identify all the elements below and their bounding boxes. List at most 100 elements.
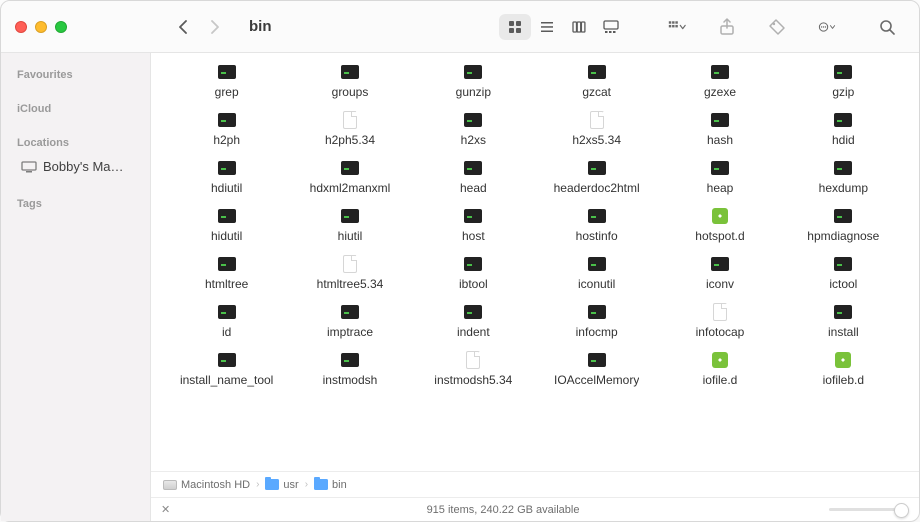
icon-size-slider[interactable] xyxy=(829,508,909,511)
file-name: id xyxy=(222,325,231,339)
file-item[interactable]: grep xyxy=(169,61,284,101)
file-item[interactable]: iofileb.d xyxy=(786,349,901,389)
file-item[interactable]: h2ph xyxy=(169,109,284,149)
nav-forward-button[interactable] xyxy=(201,13,229,41)
file-name: groups xyxy=(332,85,369,99)
executable-icon xyxy=(218,161,236,175)
executable-icon xyxy=(341,161,359,175)
file-name: h2xs xyxy=(461,133,486,147)
file-item[interactable]: hiutil xyxy=(292,205,407,245)
file-item[interactable]: hexdump xyxy=(786,157,901,197)
file-item[interactable]: groups xyxy=(292,61,407,101)
executable-icon xyxy=(218,65,236,79)
file-item[interactable]: iconv xyxy=(662,253,777,293)
file-item[interactable]: gzexe xyxy=(662,61,777,101)
file-name: hexdump xyxy=(819,181,868,195)
file-item[interactable]: ictool xyxy=(786,253,901,293)
file-item[interactable]: h2xs xyxy=(416,109,531,149)
search-button[interactable] xyxy=(869,12,905,42)
file-item[interactable]: hotspot.d xyxy=(662,205,777,245)
path-item-root[interactable]: Macintosh HD xyxy=(163,479,250,491)
file-item[interactable]: infotocap xyxy=(662,301,777,341)
executable-icon xyxy=(588,353,606,367)
close-status-button[interactable]: ✕ xyxy=(161,503,177,516)
file-item[interactable]: gzip xyxy=(786,61,901,101)
file-item[interactable]: gzcat xyxy=(539,61,654,101)
file-item[interactable]: indent xyxy=(416,301,531,341)
file-item[interactable]: instmodsh5.34 xyxy=(416,349,531,389)
file-name: ictool xyxy=(829,277,857,291)
file-name: instmodsh5.34 xyxy=(434,373,512,387)
close-window-button[interactable] xyxy=(15,21,27,33)
file-item[interactable]: install_name_tool xyxy=(169,349,284,389)
sidebar-section-locations[interactable]: Locations xyxy=(1,131,150,151)
tags-button[interactable] xyxy=(759,12,795,42)
file-name: infocmp xyxy=(576,325,618,339)
file-item[interactable]: instmodsh xyxy=(292,349,407,389)
file-name: ibtool xyxy=(459,277,488,291)
icon-grid: grep groups gunzipgzcatgzexe gzip h2phh2ph5.… xyxy=(151,53,919,399)
dtrace-icon xyxy=(835,352,851,368)
file-name: instmodsh xyxy=(323,373,378,387)
file-item[interactable]: IOAccelMemory xyxy=(539,349,654,389)
file-name: gzip xyxy=(832,85,854,99)
document-icon xyxy=(466,351,480,369)
file-item[interactable]: h2xs5.34 xyxy=(539,109,654,149)
file-item[interactable]: id xyxy=(169,301,284,341)
file-grid-scroll[interactable]: grep groups gunzipgzcatgzexe gzip h2phh2ph5.… xyxy=(151,53,919,471)
file-item[interactable]: ibtool xyxy=(416,253,531,293)
view-list-button[interactable] xyxy=(531,14,563,40)
share-button[interactable] xyxy=(709,12,745,42)
path-item-bin[interactable]: bin xyxy=(314,479,347,491)
finder-window: bin xyxy=(0,0,920,522)
sidebar-item-computer[interactable]: Bobby's Ma… xyxy=(7,155,144,178)
file-item[interactable]: headerdoc2html xyxy=(539,157,654,197)
sidebar-section-favourites[interactable]: Favourites xyxy=(1,63,150,83)
path-bar: Macintosh HD › usr › bin xyxy=(151,471,919,497)
file-name: host xyxy=(462,229,485,243)
executable-icon xyxy=(834,65,852,79)
view-gallery-button[interactable] xyxy=(595,14,627,40)
window-title: bin xyxy=(249,18,272,35)
action-menu-button[interactable] xyxy=(809,12,845,42)
file-item[interactable]: install xyxy=(786,301,901,341)
file-item[interactable]: iofile.d xyxy=(662,349,777,389)
group-by-button[interactable] xyxy=(659,12,695,42)
sidebar-section-tags[interactable]: Tags xyxy=(1,192,150,212)
file-item[interactable]: hostinfo xyxy=(539,205,654,245)
file-name: hostinfo xyxy=(576,229,618,243)
file-item[interactable]: hash xyxy=(662,109,777,149)
path-item-usr[interactable]: usr xyxy=(265,479,298,491)
file-item[interactable]: hdiutil xyxy=(169,157,284,197)
hard-drive-icon xyxy=(163,480,177,490)
file-item[interactable]: iconutil xyxy=(539,253,654,293)
file-item[interactable]: hdxml2manxml xyxy=(292,157,407,197)
file-item[interactable]: gunzip xyxy=(416,61,531,101)
file-item[interactable]: host xyxy=(416,205,531,245)
executable-icon xyxy=(341,65,359,79)
file-item[interactable]: head xyxy=(416,157,531,197)
executable-icon xyxy=(218,305,236,319)
minimize-window-button[interactable] xyxy=(35,21,47,33)
nav-back-button[interactable] xyxy=(169,13,197,41)
fullscreen-window-button[interactable] xyxy=(55,21,67,33)
executable-icon xyxy=(711,161,729,175)
file-item[interactable]: hpmdiagnose xyxy=(786,205,901,245)
view-columns-button[interactable] xyxy=(563,14,595,40)
file-item[interactable]: hdid xyxy=(786,109,901,149)
file-name: infotocap xyxy=(696,325,745,339)
file-item[interactable]: imptrace xyxy=(292,301,407,341)
file-item[interactable]: infocmp xyxy=(539,301,654,341)
executable-icon xyxy=(218,113,236,127)
file-item[interactable]: htmltree5.34 xyxy=(292,253,407,293)
file-name: head xyxy=(460,181,487,195)
file-item[interactable]: htmltree xyxy=(169,253,284,293)
executable-icon xyxy=(464,257,482,271)
sidebar-section-icloud[interactable]: iCloud xyxy=(1,97,150,117)
file-item[interactable]: heap xyxy=(662,157,777,197)
view-icons-button[interactable] xyxy=(499,14,531,40)
file-name: hdid xyxy=(832,133,855,147)
file-item[interactable]: h2ph5.34 xyxy=(292,109,407,149)
file-item[interactable]: hidutil xyxy=(169,205,284,245)
window-controls xyxy=(15,21,75,33)
